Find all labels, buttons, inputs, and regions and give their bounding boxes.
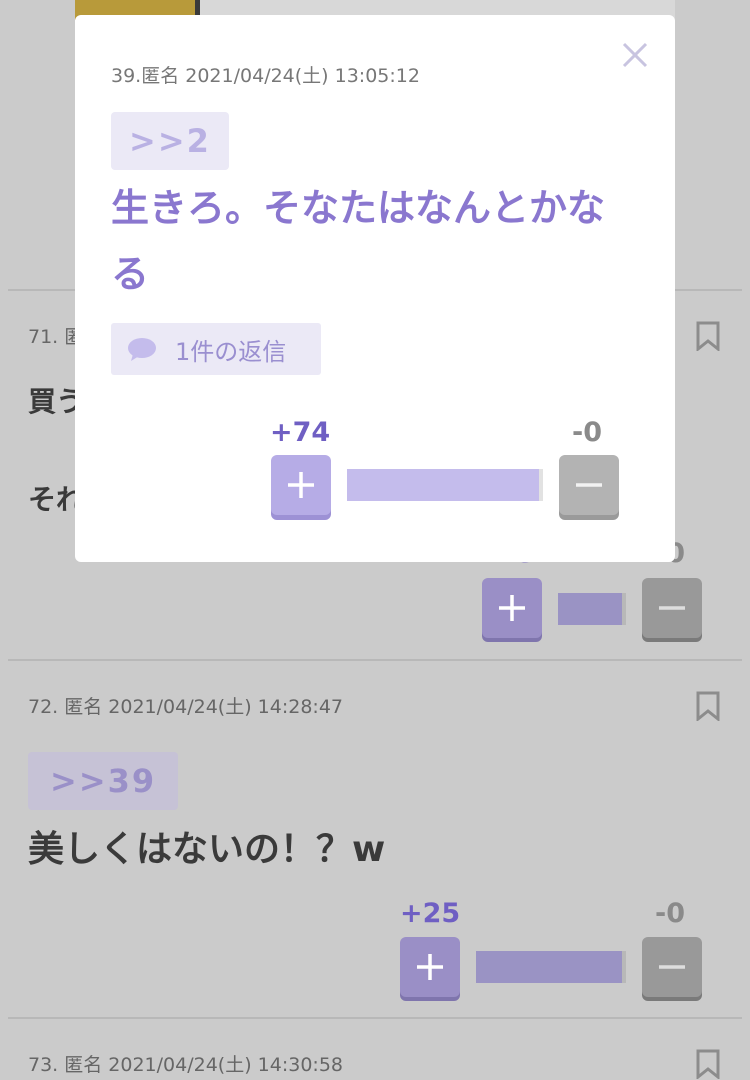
bookmark-icon[interactable] [696, 691, 720, 721]
post-39-text: 生きろ。そなたはなんとかなる [111, 186, 606, 296]
post-71-vote-bar [558, 593, 622, 625]
modal-plus-count: +74 [270, 417, 331, 448]
post-72-header: 72. 匿名 2021/04/24(土) 14:28:47 [28, 696, 344, 718]
plus-icon [417, 954, 443, 980]
modal-vote-bar [347, 469, 539, 501]
post-39-meta: 39.匿名 2021/04/24(土) 13:05:12 [111, 65, 420, 87]
modal-minus-button[interactable] [559, 455, 619, 515]
minus-icon [659, 606, 685, 610]
close-icon[interactable] [621, 41, 649, 69]
post-72-plus-count: +25 [400, 898, 461, 929]
modal-vote-bar-end [539, 469, 543, 501]
modal-minus-count: -0 [572, 417, 602, 448]
reply-popup-modal: 39.匿名 2021/04/24(土) 13:05:12 >>2 生きろ。そなた… [75, 15, 675, 562]
bookmark-icon[interactable] [696, 321, 720, 351]
post-72-text: 美しくはないの！？w [28, 829, 386, 870]
reply-count-label: 1件の返信 [175, 337, 287, 366]
post-72-vote-bar-end [622, 951, 626, 983]
bookmark-icon[interactable] [696, 1049, 720, 1079]
post-73-header: 73. 匿名 2021/04/24(土) 14:30:58 [28, 1054, 344, 1076]
plus-icon [288, 472, 314, 498]
reply-count-button[interactable]: 1件の返信 [111, 323, 321, 375]
divider [8, 1017, 742, 1019]
post-71-plus-button[interactable] [482, 578, 542, 638]
post-71-minus-button[interactable] [642, 578, 702, 638]
minus-icon [576, 483, 602, 487]
post-72-plus-button[interactable] [400, 937, 460, 997]
modal-plus-button[interactable] [271, 455, 331, 515]
post-72-minus-button[interactable] [642, 937, 702, 997]
minus-icon [659, 965, 685, 969]
post-71-vote-bar-end [622, 593, 626, 625]
plus-icon [499, 595, 525, 621]
anchor-link[interactable]: >>2 [111, 112, 229, 170]
post-72-vote-bar [476, 951, 622, 983]
post-72-minus-count: -0 [655, 898, 685, 929]
post-72-anchor-link[interactable]: >>39 [28, 752, 179, 810]
divider [8, 659, 742, 661]
speech-bubble-icon [128, 338, 156, 361]
